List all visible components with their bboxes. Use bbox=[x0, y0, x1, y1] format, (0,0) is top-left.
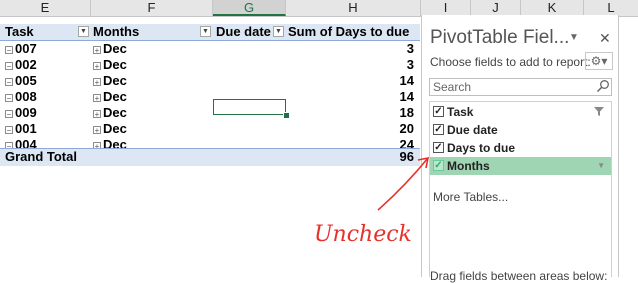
annotation-arrow bbox=[377, 157, 429, 211]
annotation-overlay: Uncheck bbox=[314, 156, 430, 247]
annotation-text: Uncheck bbox=[314, 222, 412, 247]
